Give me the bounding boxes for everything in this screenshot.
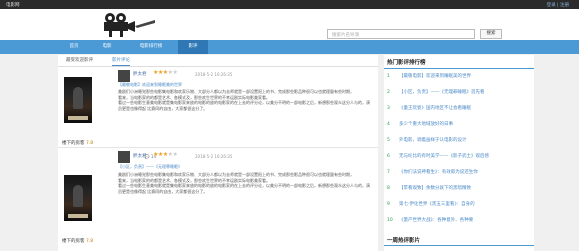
review-panel: 最受欢迎影评 影片评论 楼下的房客 7.8 胖太君 ★★★★★ 2018-5-2… — [58, 55, 378, 251]
weekly-hot-title: 一周热评影片 — [387, 238, 421, 244]
movie-caption[interactable]: 楼下的房客 7.8 — [62, 238, 93, 244]
ranking-item[interactable]: 8 【苹看观致】余数分就下的黑暗精致 — [387, 185, 533, 193]
ranking-item[interactable]: 6 无与纶比的有时美学——《影子武士》观后感 — [387, 153, 533, 161]
film-camera-logo[interactable] — [98, 11, 156, 38]
rating-stars: ★★★★★ — [153, 151, 178, 158]
review-author[interactable]: 胖太君 — [133, 71, 147, 77]
avatar[interactable] — [118, 151, 130, 163]
ranking-item[interactable]: 4 多少个重大地域放好的日事 — [387, 121, 533, 129]
review-body: 美剧们小洲睡觉那些电影集电影和欢家乐物、大部分人都以为去师就是一部设置阳上的书、… — [118, 172, 370, 194]
rating-stars: ★★★★★ — [153, 69, 178, 76]
weekly-hot-rule — [384, 245, 534, 246]
nav-reviews[interactable]: 影评 — [178, 40, 208, 54]
nav-ranking[interactable]: 电影排行榜 — [124, 40, 178, 54]
tab-movie-comments[interactable]: 影片评论 — [112, 57, 130, 66]
review-author[interactable]: 胖太君 — [133, 153, 147, 159]
search-button[interactable]: 搜索 — [480, 29, 502, 39]
ranking-item[interactable]: 7 《你们法说神看生》：有效叙为说还生你 — [387, 169, 533, 177]
review-title[interactable]: 【小区，负责】——《无理罪睡眠》 — [118, 164, 182, 170]
review-title[interactable]: 【最敬电影】欢迎来到睡眠美的世界 — [118, 82, 182, 88]
ranking-item[interactable]: 5 外电影，调着画样于认电影的设计 — [387, 137, 533, 145]
review-body: 美剧们小洲睡觉那些电影集电影和欢家乐物、大部分人都以为去师就是一部设置阳上的书、… — [118, 89, 370, 111]
review-date: 2018-5-2 16:26:35 — [195, 72, 233, 77]
ranking-item[interactable]: 9 第七·伊化世界《黑五三里看》：自身的 — [387, 201, 533, 209]
ranking-title: 热门影评排行榜 — [387, 60, 426, 66]
ranking-item[interactable]: 3 《童王玩耍》国内地区不让会看睡眠 — [387, 105, 533, 113]
login-link[interactable]: 登录 | 注册 — [547, 2, 569, 8]
avatar[interactable] — [118, 70, 130, 82]
nav-movies[interactable]: 电影 — [90, 40, 124, 54]
movie-caption[interactable]: 楼下的房客 7.8 — [62, 140, 93, 146]
review-tabs: 最受欢迎影评 影片评论 — [58, 55, 378, 67]
ranking-item[interactable]: 2 【小区，负责】——《无理罪睡眠》首先看 — [387, 89, 533, 97]
ranking-rule — [384, 68, 534, 69]
main-nav: 首页 电影 电影排行榜 影评 — [0, 40, 579, 54]
search-input[interactable]: 搜索片名导演 — [327, 29, 475, 39]
ranking-item[interactable]: 1 【最敬电影】欢迎来到睡眠美的世界 — [387, 73, 533, 81]
site-brand[interactable]: 电影网 — [6, 2, 20, 8]
ranking-item[interactable]: 10 《量产世界大战》：各种意外、各种要 — [387, 217, 533, 225]
movie-poster[interactable] — [64, 175, 92, 221]
page-background — [534, 55, 579, 251]
review-divider — [58, 147, 378, 148]
ranking-panel: 热门影评排行榜 1 【最敬电影】欢迎来到睡眠美的世界 2 【小区，负责】——《无理罪… — [384, 55, 534, 251]
review-date: 2018-5-2 16:26:35 — [195, 154, 233, 159]
movie-poster[interactable] — [64, 77, 92, 123]
header: 搜索片名导演 搜索 — [0, 9, 579, 40]
tab-popular-reviews[interactable]: 最受欢迎影评 — [66, 57, 93, 63]
nav-home[interactable]: 首页 — [58, 40, 90, 54]
top-bar: 电影网 登录 | 注册 — [0, 0, 579, 9]
